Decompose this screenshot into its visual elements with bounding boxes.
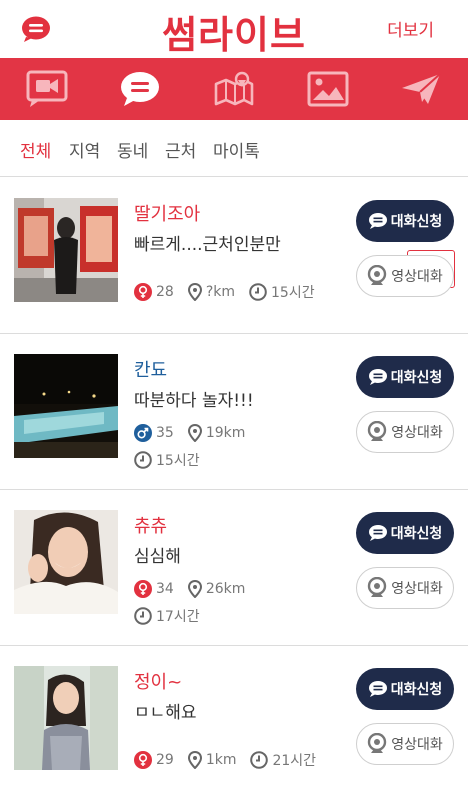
tab-nearby[interactable]: 근처 <box>165 137 196 162</box>
chat-icon <box>368 681 387 697</box>
user-distance: 19km <box>205 425 246 441</box>
header: 썸라이브 더보기 <box>0 0 468 58</box>
male-icon <box>134 424 152 442</box>
user-time: 15시간 <box>156 453 200 469</box>
profile-photo[interactable] <box>14 510 118 614</box>
user-age: 35 <box>156 425 174 441</box>
chat-bubble-icon <box>121 72 160 106</box>
list-item[interactable]: 딸기조아 빠르게....근처인분만 28 ?km 15시간 대화신청 영상대화 <box>0 178 468 334</box>
user-time: 15시간 <box>271 285 315 301</box>
female-icon <box>134 751 152 769</box>
list-item[interactable]: 칸됴 따분하다 놀자!!! 35 19km 15시간 대화신청 영상대화 <box>0 334 468 490</box>
icon-nav-bar <box>0 58 468 120</box>
user-list: 딸기조아 빠르게....근처인분만 28 ?km 15시간 대화신청 영상대화 … <box>0 178 468 800</box>
user-meta: 35 19km <box>134 424 259 442</box>
user-time: 21시간 <box>272 753 317 769</box>
webcam-icon <box>368 421 387 441</box>
chat-request-label: 대화신청 <box>390 682 443 698</box>
user-meta: 29 1km 21시간 <box>134 750 330 770</box>
chat-request-button[interactable]: 대화신청 <box>356 356 454 398</box>
more-link[interactable]: 더보기 <box>387 16 434 41</box>
nav-item-chat[interactable] <box>94 58 188 120</box>
video-camera-icon <box>26 70 68 107</box>
send-icon <box>402 73 441 104</box>
chat-request-button[interactable]: 대화신청 <box>356 512 454 554</box>
video-chat-button[interactable]: 영상대화 <box>356 567 454 609</box>
user-message: ㅁㄴ해요 <box>134 703 197 723</box>
tab-region[interactable]: 지역 <box>69 137 100 162</box>
image-icon <box>307 71 349 107</box>
map-icon <box>214 71 254 106</box>
user-meta: 34 26km <box>134 580 259 598</box>
list-item[interactable]: 츄츄 심심해 34 26km 17시간 대화신청 영상대화 <box>0 490 468 646</box>
app-root: 썸라이브 더보기 전체 지역 동네 근처 마이톡 딸기조아 빠르게....근처인… <box>0 0 468 800</box>
nav-item-video[interactable] <box>0 58 94 120</box>
tab-mytalk[interactable]: 마이톡 <box>213 137 260 162</box>
nav-item-send[interactable] <box>374 58 468 120</box>
location-pin-icon <box>187 424 202 442</box>
user-meta: 28 ?km 15시간 <box>134 282 329 302</box>
webcam-icon <box>368 733 387 753</box>
profile-photo[interactable] <box>14 354 118 458</box>
user-message: 따분하다 놀자!!! <box>134 391 254 411</box>
user-message: 심심해 <box>134 547 181 567</box>
video-chat-button[interactable]: 영상대화 <box>356 255 454 297</box>
clock-icon <box>249 283 267 301</box>
webcam-icon <box>368 265 387 285</box>
tab-neighborhood[interactable]: 동네 <box>117 137 148 162</box>
user-age: 34 <box>156 581 174 597</box>
chat-request-label: 대화신청 <box>390 370 443 386</box>
list-item[interactable]: 정이~ ㅁㄴ해요 29 1km 21시간 대화신청 영상대화 <box>0 646 468 800</box>
chat-icon <box>368 213 387 229</box>
video-chat-label: 영상대화 <box>391 737 443 753</box>
nav-item-map[interactable] <box>187 58 281 120</box>
user-time: 17시간 <box>156 609 200 625</box>
female-icon <box>134 580 152 598</box>
location-pin-icon <box>187 283 202 301</box>
user-meta-time: 17시간 <box>134 606 214 626</box>
user-age: 28 <box>156 284 174 300</box>
location-pin-icon <box>187 751 202 769</box>
user-meta-time: 15시간 <box>134 450 214 470</box>
profile-photo[interactable] <box>14 198 118 302</box>
chat-request-button[interactable]: 대화신청 <box>356 200 454 242</box>
profile-photo[interactable] <box>14 666 118 770</box>
clock-icon <box>134 607 152 625</box>
chat-icon <box>368 369 387 385</box>
user-message: 빠르게....근처인분만 <box>134 235 281 255</box>
webcam-icon <box>368 577 387 597</box>
user-name: 딸기조아 <box>134 204 201 225</box>
user-name: 칸됴 <box>134 360 168 381</box>
video-chat-label: 영상대화 <box>391 425 443 441</box>
filter-tabs: 전체 지역 동네 근처 마이톡 쓰기 <box>0 120 468 288</box>
female-icon <box>134 283 152 301</box>
tab-all[interactable]: 전체 <box>20 137 51 162</box>
user-distance: 26km <box>205 581 246 597</box>
clock-icon <box>134 451 152 469</box>
video-chat-label: 영상대화 <box>391 581 443 597</box>
chat-request-label: 대화신청 <box>390 526 443 542</box>
user-name: 정이~ <box>134 672 183 693</box>
video-chat-label: 영상대화 <box>391 269 443 285</box>
user-distance: ?km <box>205 284 236 300</box>
chat-request-button[interactable]: 대화신청 <box>356 668 454 710</box>
user-name: 츄츄 <box>134 516 168 537</box>
video-chat-button[interactable]: 영상대화 <box>356 723 454 765</box>
user-age: 29 <box>156 752 174 768</box>
clock-icon <box>250 751 269 769</box>
nav-item-gallery[interactable] <box>281 58 375 120</box>
location-pin-icon <box>187 580 202 598</box>
user-distance: 1km <box>205 752 237 768</box>
video-chat-button[interactable]: 영상대화 <box>356 411 454 453</box>
chat-icon <box>368 525 387 541</box>
chat-request-label: 대화신청 <box>390 214 443 230</box>
